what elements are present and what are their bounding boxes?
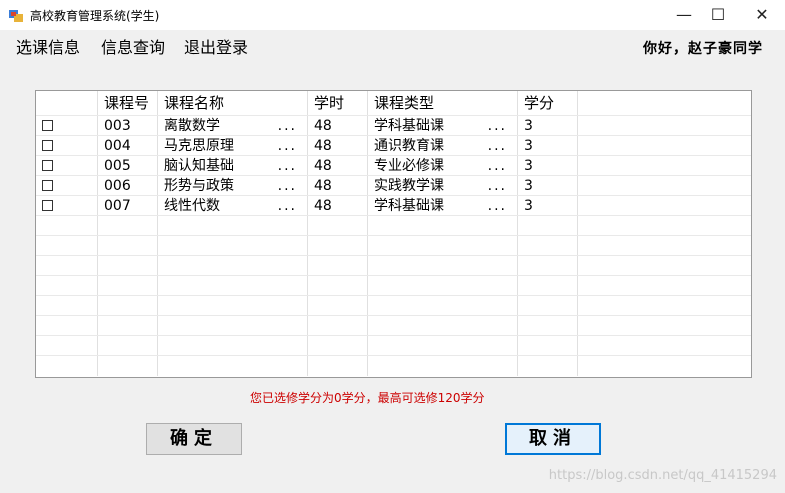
empty-row [36,335,751,356]
course-type-ellipsis-button[interactable]: ... [488,176,507,196]
empty-row [36,255,751,276]
cell-course-type: 学科基础课 [374,198,444,214]
cell-credit: 3 [518,136,578,156]
credit-summary-note: 您已选修学分为0学分，最高可选修120学分 [250,391,485,405]
cell-course-id: 003 [98,116,158,136]
title-bar: 高校教育管理系统(学生) — ☐ ✕ [0,0,785,30]
row-checkbox[interactable] [42,140,53,151]
row-checkbox[interactable] [42,160,53,171]
cell-course-name: 马克思原理 [164,138,234,154]
table-row[interactable]: 006 形势与政策... 48 实践教学课... 3 [36,175,751,196]
cell-course-type: 实践教学课 [374,178,444,194]
row-checkbox[interactable] [42,180,53,191]
window-title: 高校教育管理系统(学生) [30,9,160,23]
cell-credit: 3 [518,196,578,216]
course-type-ellipsis-button[interactable]: ... [488,196,507,216]
table-row[interactable]: 004 马克思原理... 48 通识教育课... 3 [36,135,751,156]
course-name-ellipsis-button[interactable]: ... [278,196,297,216]
cell-course-name: 形势与政策 [164,178,234,194]
header-course-id[interactable]: 课程号 [98,91,158,115]
cell-course-name: 脑认知基础 [164,158,234,174]
empty-row [36,215,751,236]
cell-course-id: 004 [98,136,158,156]
course-name-ellipsis-button[interactable]: ... [278,176,297,196]
cell-hours: 48 [308,156,368,176]
table-row[interactable]: 005 脑认知基础... 48 专业必修课... 3 [36,155,751,176]
maximize-button[interactable]: ☐ [698,0,738,30]
close-button[interactable]: ✕ [742,0,782,30]
cell-course-type: 专业必修课 [374,158,444,174]
confirm-button[interactable]: 确定 [146,423,242,455]
cell-course-name: 离散数学 [164,118,220,134]
watermark-text: https://blog.csdn.net/qq_41415294 [548,468,777,483]
course-table[interactable]: 课程号 课程名称 学时 课程类型 学分 003 离散数学... 48 学科基础课… [35,90,752,378]
header-select [36,91,98,115]
cell-credit: 3 [518,156,578,176]
course-type-ellipsis-button[interactable]: ... [488,136,507,156]
cell-hours: 48 [308,116,368,136]
cell-course-id: 005 [98,156,158,176]
empty-row [36,355,751,376]
cell-credit: 3 [518,176,578,196]
empty-row [36,275,751,296]
table-row[interactable]: 003 离散数学... 48 学科基础课... 3 [36,115,751,136]
header-course-name[interactable]: 课程名称 [158,91,308,115]
cell-course-type: 通识教育课 [374,138,444,154]
empty-row [36,295,751,316]
cell-hours: 48 [308,136,368,156]
course-name-ellipsis-button[interactable]: ... [278,136,297,156]
menu-logout[interactable]: 退出登录 [184,34,248,58]
course-type-ellipsis-button[interactable]: ... [488,156,507,176]
cell-hours: 48 [308,196,368,216]
course-name-ellipsis-button[interactable]: ... [278,156,297,176]
window-app-icon [9,10,23,22]
empty-row [36,315,751,336]
menu-course-selection[interactable]: 选课信息 [16,34,80,58]
course-type-ellipsis-button[interactable]: ... [488,116,507,136]
cancel-button[interactable]: 取消 [505,423,601,455]
header-hours[interactable]: 学时 [308,91,368,115]
table-header: 课程号 课程名称 学时 课程类型 学分 [36,91,751,115]
cell-course-name: 线性代数 [164,198,220,214]
cell-course-type: 学科基础课 [374,118,444,134]
table-row[interactable]: 007 线性代数... 48 学科基础课... 3 [36,195,751,216]
cell-course-id: 006 [98,176,158,196]
row-checkbox[interactable] [42,200,53,211]
cell-credit: 3 [518,116,578,136]
course-name-ellipsis-button[interactable]: ... [278,116,297,136]
cell-hours: 48 [308,176,368,196]
empty-row [36,235,751,256]
menu-info-query[interactable]: 信息查询 [101,34,165,58]
header-course-type[interactable]: 课程类型 [368,91,518,115]
cell-course-id: 007 [98,196,158,216]
row-checkbox[interactable] [42,120,53,131]
header-credit[interactable]: 学分 [518,91,578,115]
greeting-text: 你好，赵子豪同学 [643,41,763,57]
